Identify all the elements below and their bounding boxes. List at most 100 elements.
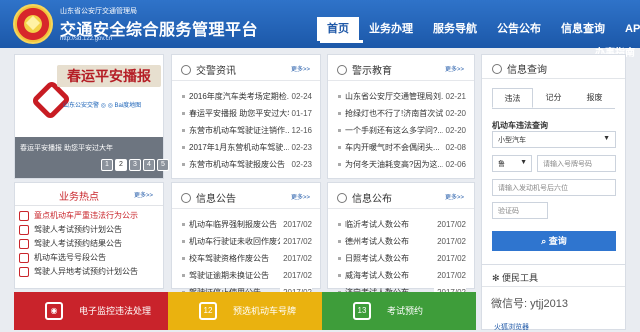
notice-item-text[interactable]: 机动车行驶证未收回作废公告 (189, 237, 293, 246)
edu-header: 警示教育 更多>> (328, 55, 474, 81)
news-more-link[interactable]: 更多>> (291, 64, 310, 73)
nav-home[interactable]: 首页 (317, 17, 359, 41)
news-item-text[interactable]: 2016年度汽车类考场定期检... (189, 92, 293, 101)
query-button[interactable]: ⌕ 查询 (492, 231, 616, 251)
news-item-text[interactable]: 东营市机动车驾驶证注销作... (189, 126, 292, 135)
edu-item-text[interactable]: 抢绿灯也不行了!济南首次试... (345, 109, 450, 118)
engine-number-input[interactable]: 请输入发动机号后六位 (492, 179, 616, 196)
edu-row[interactable]: 一个手刹还有这么多学问?... 02-20 (338, 122, 466, 139)
tab-points[interactable]: 记分 (533, 88, 574, 108)
edu-row[interactable]: 车内开暖气时不会偶闭头... 02-08 (338, 139, 466, 156)
carousel-page-4[interactable]: 4 (143, 159, 155, 171)
hot-more-link[interactable]: 更多>> (134, 190, 153, 199)
info-item-text[interactable]: 德州考试人数公布 (345, 237, 409, 246)
info-item-date: 2017/02 (434, 233, 466, 250)
police-emblem-logo (13, 4, 53, 44)
edu-item-text[interactable]: 车内开暖气时不会偶闭头... (345, 143, 440, 152)
captcha-input[interactable]: 验证码 (492, 202, 548, 219)
nav-business[interactable]: 业务办理 (359, 17, 423, 41)
vehicle-type-select[interactable]: 小型汽车 ▼ (492, 131, 616, 148)
news-title: 交警资讯 (196, 66, 236, 77)
news-item-text[interactable]: 春运平安播报 助您平安过大年 (189, 109, 295, 118)
hot-item-label[interactable]: 驾驶人异地考试预约计划公告 (34, 267, 138, 276)
info-more-link[interactable]: 更多>> (445, 192, 464, 201)
news-item-date: 02-23 (288, 139, 312, 156)
site-url: http://sd.122.gov.cn (60, 36, 112, 42)
edu-panel: 警示教育 更多>> 山东省公安厅交通管理局刘... 02-21 抢绿灯也不行了!济南… (327, 54, 475, 179)
edu-row[interactable]: 山东省公安厅交通管理局刘... 02-21 (338, 88, 466, 105)
carousel-page-5[interactable]: 5 (157, 159, 169, 171)
info-item-date: 2017/02 (434, 267, 466, 284)
edu-title: 警示教育 (352, 66, 392, 77)
hot-item-label[interactable]: 童点机动车严重违法行为公示 (34, 211, 138, 220)
clock-icon (337, 193, 347, 203)
edu-item-text[interactable]: 为何冬天油耗变高?因为这... (345, 160, 444, 169)
hot-item[interactable]: 机动车选号号段公告 (15, 251, 163, 265)
province-select[interactable]: 鲁 ▼ (492, 155, 532, 172)
info-row[interactable]: 临沂考试人数公布 2017/02 (338, 216, 466, 233)
notice-row[interactable]: 机动车临界强制报废公告 2017/02 (182, 216, 312, 233)
hot-item[interactable]: 驾驶人异地考试预约计划公告 (15, 265, 163, 279)
hot-item[interactable]: 驾驶人考试预约结果公告 (15, 237, 163, 251)
site-header: 山东省公安厅交通管理局 交通安全综合服务管理平台 http://sd.122.g… (0, 0, 640, 59)
notice-row[interactable]: 机动车行驶证未收回作废公告 2017/02 (182, 233, 312, 250)
hot-item[interactable]: 驾驶人考试预约计划公告 (15, 223, 163, 237)
info-row[interactable]: 威海考试人数公布 2017/02 (338, 267, 466, 284)
edu-item-date: 02-06 (442, 156, 466, 173)
tools-header: ✻ 便民工具 (482, 265, 625, 287)
notice-row[interactable]: 校车驾驶资格作废公告 2017/02 (182, 250, 312, 267)
tab-scrap[interactable]: 报废 (574, 88, 615, 108)
carousel-pager: 1 2 3 4 5 (101, 159, 169, 171)
nav-query[interactable]: 信息查询 (551, 17, 615, 41)
info-header: 信息公布 更多>> (328, 183, 474, 209)
notice-row[interactable]: 驾驶证逾期未换证公告 2017/02 (182, 267, 312, 284)
edu-row[interactable]: 为何冬天油耗变高?因为这... 02-06 (338, 156, 466, 173)
bureau-name: 山东省公安厅交通管理局 (60, 8, 137, 15)
carousel-page-2[interactable]: 2 (115, 159, 127, 171)
edu-item-text[interactable]: 山东省公安厅交通管理局刘... (345, 92, 448, 101)
edu-item-date: 02-21 (442, 88, 466, 105)
edu-item-text[interactable]: 一个手刹还有这么多学问?... (345, 126, 444, 135)
news-item-text[interactable]: 东营市机动车驾驶报废公告 (189, 160, 285, 169)
info-item-text[interactable]: 日照考试人数公布 (345, 254, 409, 263)
tab-violation[interactable]: 违法 (492, 88, 534, 108)
nav-service[interactable]: 服务导航 (423, 17, 487, 41)
firefox-link[interactable]: 火狐浏览器 (494, 322, 529, 332)
hot-item-label[interactable]: 驾驶人考试预约计划公告 (34, 225, 122, 234)
notice-item-text[interactable]: 机动车临界强制报废公告 (189, 220, 277, 229)
promo-image[interactable]: 春运平安播报 山东公安交警 ◎ ◎ Bai度地图 (15, 55, 163, 137)
news-item-text[interactable]: 2017年1月东营机动车驾驶... (189, 143, 290, 152)
traffic-violation-button[interactable]: ◉ 电子监控违法处理 (14, 292, 168, 330)
plate-select-label: 预选机动车号牌 (233, 306, 297, 316)
hot-item-label[interactable]: 驾驶人考试预约结果公告 (34, 239, 122, 248)
edu-more-link[interactable]: 更多>> (445, 64, 464, 73)
plate-icon: 12 (199, 302, 217, 320)
info-item-text[interactable]: 临沂考试人数公布 (345, 220, 409, 229)
carousel-page-1[interactable]: 1 (101, 159, 113, 171)
news-row[interactable]: 春运平安播报 助您平安过大年 01-17 (182, 105, 312, 122)
news-row[interactable]: 2016年度汽车类考场定期检... 02-24 (182, 88, 312, 105)
notice-item-text[interactable]: 驾驶证逾期未换证公告 (189, 271, 269, 280)
edu-item-date: 02-20 (442, 122, 466, 139)
wechat-watermark: 微信号: ytjj2013 (488, 294, 572, 312)
notice-item-text[interactable]: 校车驾驶资格作废公告 (189, 254, 269, 263)
info-item-text[interactable]: 威海考试人数公布 (345, 271, 409, 280)
plate-select-button[interactable]: 12 预选机动车号牌 (168, 292, 322, 330)
edu-row[interactable]: 抢绿灯也不行了!济南首次试... 02-20 (338, 105, 466, 122)
news-row[interactable]: 2017年1月东营机动车驾驶... 02-23 (182, 139, 312, 156)
info-panel: 信息公布 更多>> 临沂考试人数公布 2017/02 德州考试人数公布 2017/02… (327, 182, 475, 301)
exam-booking-button[interactable]: 13 考试预约 (322, 292, 476, 330)
hot-item[interactable]: 童点机动车严重违法行为公示 (15, 209, 163, 223)
news-item-date: 01-17 (288, 105, 312, 122)
info-row[interactable]: 日照考试人数公布 2017/02 (338, 250, 466, 267)
plate-number-input[interactable]: 请输入号牌号码 (537, 155, 616, 172)
nav-app-download[interactable]: APP下载 (615, 17, 640, 41)
carousel-page-3[interactable]: 3 (129, 159, 141, 171)
news-row[interactable]: 东营市机动车驾驶报废公告 02-23 (182, 156, 312, 173)
news-row[interactable]: 东营市机动车驾驶证注销作... 12-16 (182, 122, 312, 139)
hot-item-label[interactable]: 机动车选号号段公告 (34, 253, 106, 262)
notice-more-link[interactable]: 更多>> (291, 192, 310, 201)
info-row[interactable]: 德州考试人数公布 2017/02 (338, 233, 466, 250)
nav-notices[interactable]: 公告公布 (487, 17, 551, 41)
promo-carousel[interactable]: 春运平安播报 山东公安交警 ◎ ◎ Bai度地图 春运平安播报 助您平安过大年 … (14, 54, 169, 179)
